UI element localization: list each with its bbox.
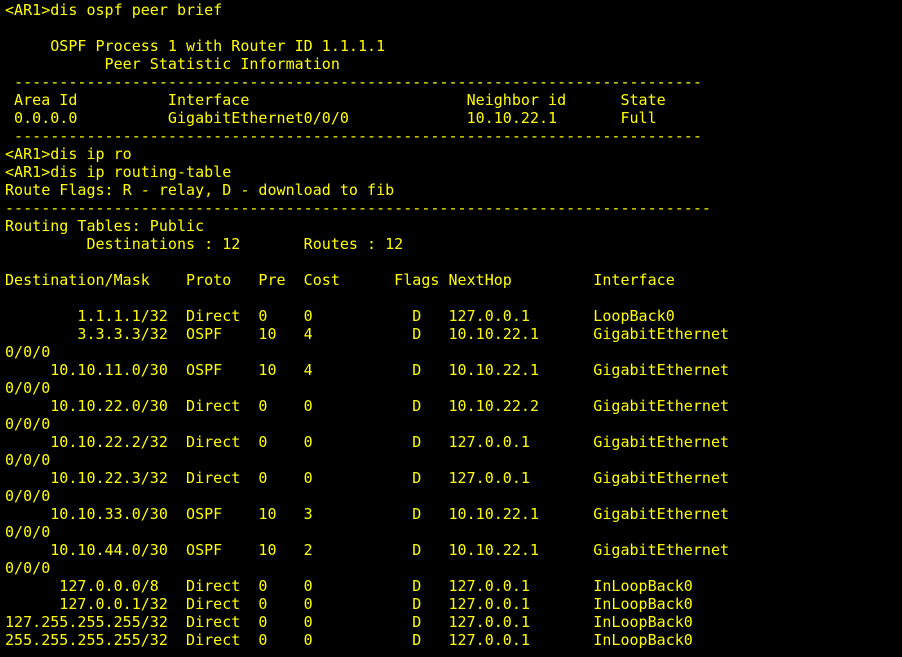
terminal-line: ----------------------------------------… bbox=[5, 73, 702, 91]
terminal-line: Route Flags: R - relay, D - download to … bbox=[5, 181, 395, 199]
terminal-line: 0/0/0 bbox=[5, 559, 51, 577]
terminal-window[interactable]: <AR1>dis ospf peer brief OSPF Process 1 … bbox=[0, 0, 902, 657]
terminal-line: 10.10.44.0/30 OSPF 10 2 D 10.10.22.1 Gig… bbox=[5, 541, 730, 559]
terminal-line: <AR1>dis ospf peer brief bbox=[5, 1, 223, 19]
terminal-line: 10.10.11.0/30 OSPF 10 4 D 10.10.22.1 Gig… bbox=[5, 361, 730, 379]
terminal-line: 10.10.22.2/32 Direct 0 0 D 127.0.0.1 Gig… bbox=[5, 433, 730, 451]
terminal-line: 127.0.0.1/32 Direct 0 0 D 127.0.0.1 InLo… bbox=[5, 595, 693, 613]
terminal-line: OSPF Process 1 with Router ID 1.1.1.1 bbox=[5, 37, 386, 55]
terminal-line: ----------------------------------------… bbox=[5, 199, 711, 217]
terminal-line: 255.255.255.255/32 Direct 0 0 D 127.0.0.… bbox=[5, 631, 693, 649]
terminal-line: 0/0/0 bbox=[5, 523, 51, 541]
terminal-line: 127.0.0.0/8 Direct 0 0 D 127.0.0.1 InLoo… bbox=[5, 577, 693, 595]
terminal-line: ----------------------------------------… bbox=[5, 127, 702, 145]
terminal-line: 10.10.33.0/30 OSPF 10 3 D 10.10.22.1 Gig… bbox=[5, 505, 730, 523]
terminal-line: Peer Statistic Information bbox=[5, 55, 340, 73]
terminal-line: 0/0/0 bbox=[5, 451, 51, 469]
terminal-line: <AR1>dis ip ro bbox=[5, 145, 132, 163]
terminal-line: Destination/Mask Proto Pre Cost Flags Ne… bbox=[5, 271, 675, 289]
terminal-line: 1.1.1.1/32 Direct 0 0 D 127.0.0.1 LoopBa… bbox=[5, 307, 675, 325]
terminal-line: 3.3.3.3/32 OSPF 10 4 D 10.10.22.1 Gigabi… bbox=[5, 325, 730, 343]
terminal-line: Routing Tables: Public bbox=[5, 217, 205, 235]
terminal-line: 0/0/0 bbox=[5, 487, 51, 505]
terminal-line: 0/0/0 bbox=[5, 379, 51, 397]
terminal-line: Destinations : 12 Routes : 12 bbox=[5, 235, 404, 253]
terminal-line: 10.10.22.3/32 Direct 0 0 D 127.0.0.1 Gig… bbox=[5, 469, 730, 487]
terminal-line: Area Id Interface Neighbor id State bbox=[5, 91, 666, 109]
terminal-line: 0/0/0 bbox=[5, 415, 51, 433]
terminal-line: 0/0/0 bbox=[5, 343, 51, 361]
terminal-line: <AR1>dis ip routing-table bbox=[5, 163, 232, 181]
terminal-line: 127.255.255.255/32 Direct 0 0 D 127.0.0.… bbox=[5, 613, 693, 631]
terminal-output: <AR1>dis ospf peer brief OSPF Process 1 … bbox=[5, 1, 729, 649]
terminal-line: 10.10.22.0/30 Direct 0 0 D 10.10.22.2 Gi… bbox=[5, 397, 730, 415]
terminal-line: 0.0.0.0 GigabitEthernet0/0/0 10.10.22.1 … bbox=[5, 109, 657, 127]
